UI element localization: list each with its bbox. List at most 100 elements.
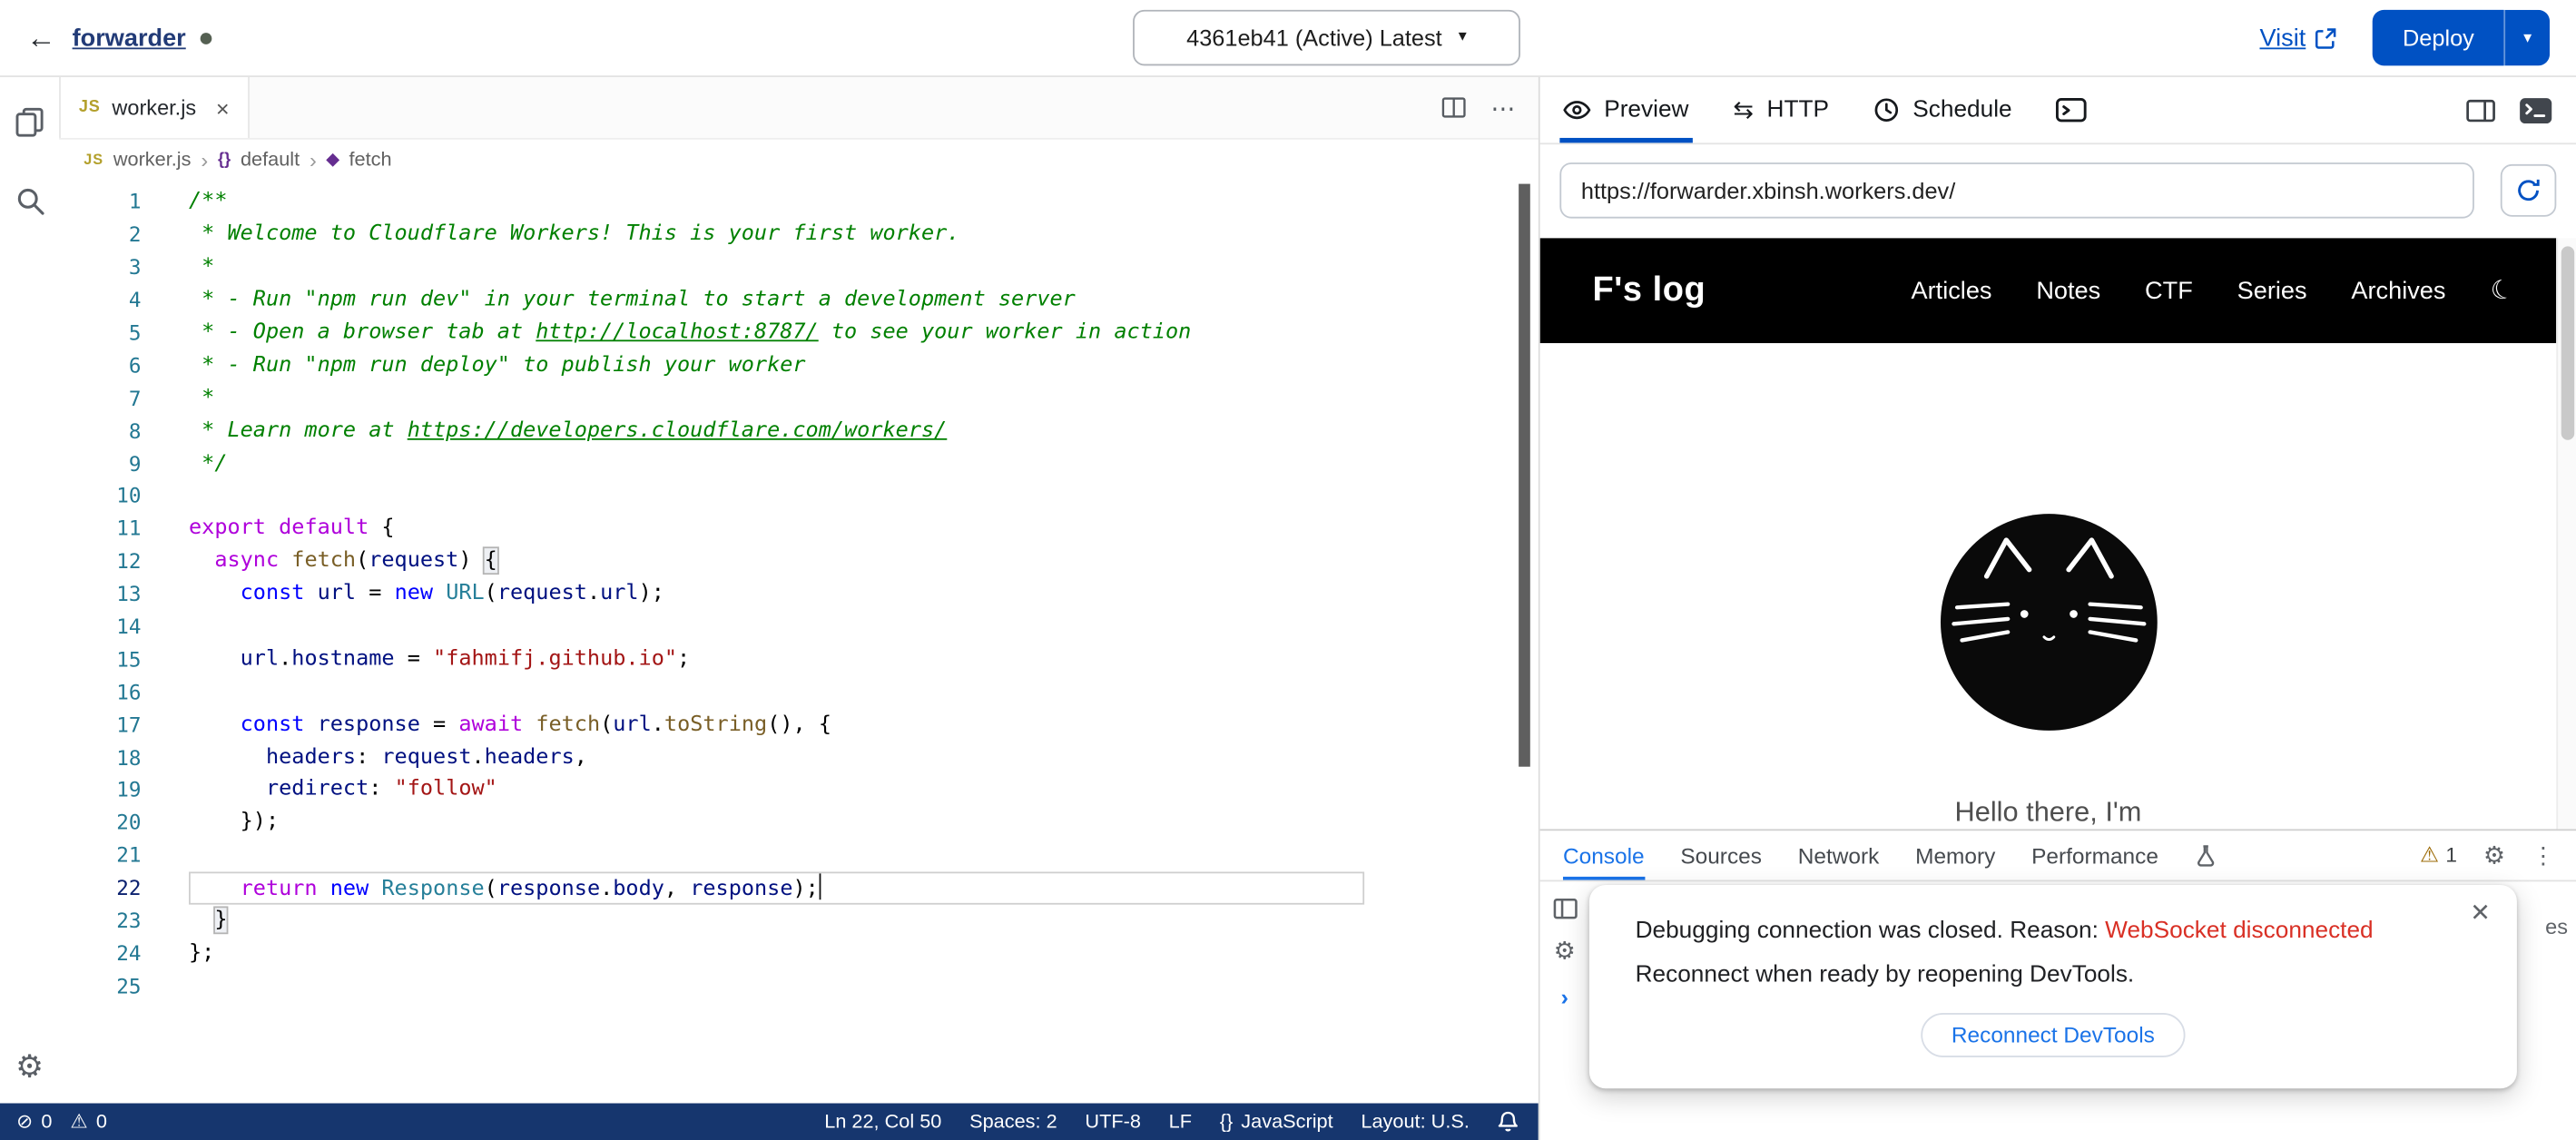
devtools-menu-icon[interactable]: ⋮: [2532, 841, 2554, 870]
site-logo[interactable]: F's log: [1593, 270, 1706, 310]
preview-tabbar: Preview ⇆ HTTP Schedule: [1540, 77, 2576, 144]
deploy-button[interactable]: Deploy: [2373, 10, 2503, 65]
files-icon[interactable]: [12, 103, 48, 142]
problems-indicator[interactable]: ⊘ 0 ⚠ 0: [16, 1110, 107, 1133]
devtools-tab-console[interactable]: Console: [1563, 830, 1645, 880]
workers-editor-app: ← forwarder 4361eb41 (Active) Latest ▾ V…: [0, 0, 2576, 1140]
statusbar-right: Ln 22, Col 50 Spaces: 2 UTF-8 LF {} Java…: [824, 1110, 1519, 1133]
cursor-position[interactable]: Ln 22, Col 50: [824, 1110, 941, 1133]
error-icon: ⊘: [16, 1110, 33, 1133]
devtools-tab-sources[interactable]: Sources: [1680, 830, 1762, 880]
braces-icon: {}: [1220, 1110, 1233, 1133]
breadcrumb: JS worker.js › {} default › ◆ fetch: [59, 140, 1539, 179]
deploy-dropdown-button[interactable]: ▾: [2503, 10, 2550, 65]
chevron-down-icon: ▾: [1459, 30, 1467, 46]
activity-bar: ⚙: [0, 77, 59, 1104]
warning-count: 1: [2445, 844, 2457, 867]
devtools-body: ⚙ › es ✕ Debugging connection was closed…: [1540, 881, 2576, 1140]
terminal-icon[interactable]: [2056, 97, 2087, 123]
bell-icon[interactable]: [1498, 1110, 1519, 1133]
panel-layout-icon[interactable]: [2466, 98, 2496, 123]
preview-scrollbar-thumb[interactable]: [2561, 246, 2574, 439]
site-header: F's log Articles Notes CTF Series Archiv…: [1540, 238, 2557, 343]
warning-icon: ⚠: [70, 1110, 87, 1133]
preview-viewport: F's log Articles Notes CTF Series Archiv…: [1540, 238, 2576, 829]
devtools-rail: ⚙ ›: [1540, 881, 1589, 1009]
eol-setting[interactable]: LF: [1169, 1110, 1192, 1133]
warning-icon: ⚠: [2420, 842, 2439, 869]
warning-counter[interactable]: ⚠ 1: [2420, 842, 2457, 869]
devtools-tabbar-actions: ⚠ 1 ⚙ ⋮: [2420, 841, 2554, 870]
tab-worker-js[interactable]: JS worker.js ×: [59, 77, 249, 138]
breadcrumb-method[interactable]: fetch: [349, 148, 392, 171]
tab-preview[interactable]: Preview: [1563, 77, 1689, 142]
keyboard-layout[interactable]: Layout: U.S.: [1361, 1110, 1469, 1133]
clipped-console-text: es: [2545, 915, 2568, 939]
editor-tabstrip: JS worker.js × ⋯: [59, 77, 1539, 140]
nav-series[interactable]: Series: [2237, 277, 2307, 305]
devtools-tab-network[interactable]: Network: [1798, 830, 1880, 880]
devtools-tab-memory[interactable]: Memory: [1915, 830, 1995, 880]
refresh-button[interactable]: [2501, 164, 2556, 217]
search-icon[interactable]: [13, 184, 47, 219]
language-label: JavaScript: [1241, 1110, 1332, 1133]
nav-ctf[interactable]: CTF: [2145, 277, 2193, 305]
preview-url-text: https://forwarder.xbinsh.workers.dev/: [1581, 177, 1955, 203]
devtools-settings-gear-icon[interactable]: ⚙: [2483, 843, 2505, 868]
editor-scrollbar-thumb[interactable]: [1519, 184, 1530, 767]
devtools-console-toggle-icon[interactable]: [2519, 96, 2553, 124]
connection-status-dot: [201, 32, 212, 44]
tab-schedule-label: Schedule: [1912, 97, 2011, 123]
javascript-file-icon: JS: [79, 99, 101, 117]
tab-preview-label: Preview: [1604, 97, 1688, 123]
split-editor-icon[interactable]: [1441, 97, 1466, 119]
eye-icon: [1563, 99, 1591, 122]
breadcrumb-separator: ›: [201, 147, 208, 172]
error-count: 0: [41, 1110, 52, 1133]
console-prompt-chevron[interactable]: ›: [1561, 983, 1568, 1009]
console-settings-gear-icon[interactable]: ⚙: [1554, 939, 1576, 964]
nav-archives[interactable]: Archives: [2351, 277, 2445, 305]
breadcrumb-module[interactable]: default: [241, 148, 300, 171]
nav-notes[interactable]: Notes: [2036, 277, 2100, 305]
tab-http-label: HTTP: [1767, 97, 1829, 123]
indentation-setting[interactable]: Spaces: 2: [969, 1110, 1057, 1133]
dialog-error-reason: WebSocket disconnected: [2105, 918, 2373, 944]
editor-pane: ⚙ JS worker.js × ⋯: [0, 77, 1539, 1140]
console-sidebar-icon[interactable]: [1552, 898, 1577, 919]
project-name-link[interactable]: forwarder: [73, 24, 186, 52]
back-arrow-icon[interactable]: ←: [26, 21, 56, 55]
preview-scrollbar[interactable]: [2556, 238, 2576, 829]
close-tab-icon[interactable]: ×: [216, 94, 230, 121]
preview-url-row: https://forwarder.xbinsh.workers.dev/: [1540, 144, 2576, 238]
visit-link[interactable]: Visit: [2260, 24, 2337, 52]
close-dialog-icon[interactable]: ✕: [2470, 898, 2491, 928]
dialog-message: Debugging connection was closed. Reason:…: [1636, 918, 2472, 944]
tab-schedule[interactable]: Schedule: [1873, 77, 2012, 142]
language-mode[interactable]: {} JavaScript: [1220, 1110, 1333, 1133]
rendered-site: F's log Articles Notes CTF Series Archiv…: [1540, 238, 2557, 829]
code-editor[interactable]: 1/**2 * Welcome to Cloudflare Workers! T…: [59, 179, 1539, 1103]
settings-gear-icon[interactable]: ⚙: [15, 1052, 44, 1083]
flask-icon: [2195, 844, 2217, 867]
reconnect-devtools-button[interactable]: Reconnect DevTools: [1921, 1013, 2187, 1057]
deploy-split-button: Deploy ▾: [2373, 10, 2550, 65]
encoding-setting[interactable]: UTF-8: [1085, 1110, 1140, 1133]
breadcrumb-file[interactable]: worker.js: [113, 148, 192, 171]
breadcrumb-separator: ›: [310, 147, 317, 172]
site-nav: Articles Notes CTF Series Archives ☾: [1912, 274, 2514, 307]
editor-column: JS worker.js × ⋯ JS worker.js: [59, 77, 1539, 1104]
dialog-hint: Reconnect when ready by reopening DevToo…: [1636, 962, 2472, 988]
devtools-tab-performance[interactable]: Performance: [2031, 830, 2158, 880]
cat-logo: [1933, 507, 2163, 737]
statusbar: ⊘ 0 ⚠ 0 Ln 22, Col 50 Spaces: 2 UTF-8 LF…: [0, 1104, 1539, 1140]
refresh-icon: [2515, 177, 2542, 203]
nav-articles[interactable]: Articles: [1912, 277, 1992, 305]
visit-label: Visit: [2260, 24, 2306, 52]
preview-url-input[interactable]: https://forwarder.xbinsh.workers.dev/: [1559, 162, 2474, 218]
version-selector[interactable]: 4361eb41 (Active) Latest ▾: [1133, 10, 1520, 65]
more-actions-icon[interactable]: ⋯: [1490, 93, 1517, 123]
dark-mode-moon-icon[interactable]: ☾: [2486, 271, 2517, 310]
tab-http[interactable]: ⇆ HTTP: [1733, 77, 1829, 142]
javascript-file-icon: JS: [84, 151, 103, 167]
